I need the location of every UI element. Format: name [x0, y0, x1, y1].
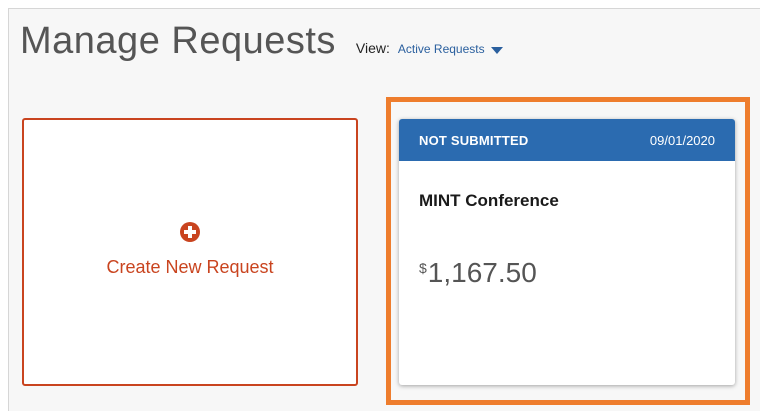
- create-new-request-button[interactable]: Create New Request: [22, 118, 358, 386]
- request-card[interactable]: NOT SUBMITTED 09/01/2020 MINT Conference…: [399, 119, 735, 385]
- request-date: 09/01/2020: [649, 132, 715, 148]
- view-label: View:: [355, 40, 390, 56]
- create-new-request-label: Create New Request: [106, 257, 274, 277]
- request-card-header: NOT SUBMITTED 09/01/2020: [399, 119, 735, 161]
- status-badge: NOT SUBMITTED: [419, 132, 529, 148]
- page-header: Manage Requests View: Active Requests: [20, 20, 503, 63]
- amount-value: 1,167.50: [427, 257, 537, 288]
- request-amount: $ 1,167.50: [419, 257, 537, 289]
- view-dropdown-value: Active Requests: [397, 42, 485, 56]
- create-card-content: Create New Request: [24, 222, 356, 278]
- view-dropdown[interactable]: Active Requests: [398, 42, 503, 56]
- caret-down-icon: [490, 46, 503, 54]
- request-title: MINT Conference: [419, 191, 559, 210]
- currency-symbol: $: [419, 260, 427, 276]
- plus-circle-icon: [180, 222, 200, 242]
- page-title: Manage Requests: [20, 20, 336, 62]
